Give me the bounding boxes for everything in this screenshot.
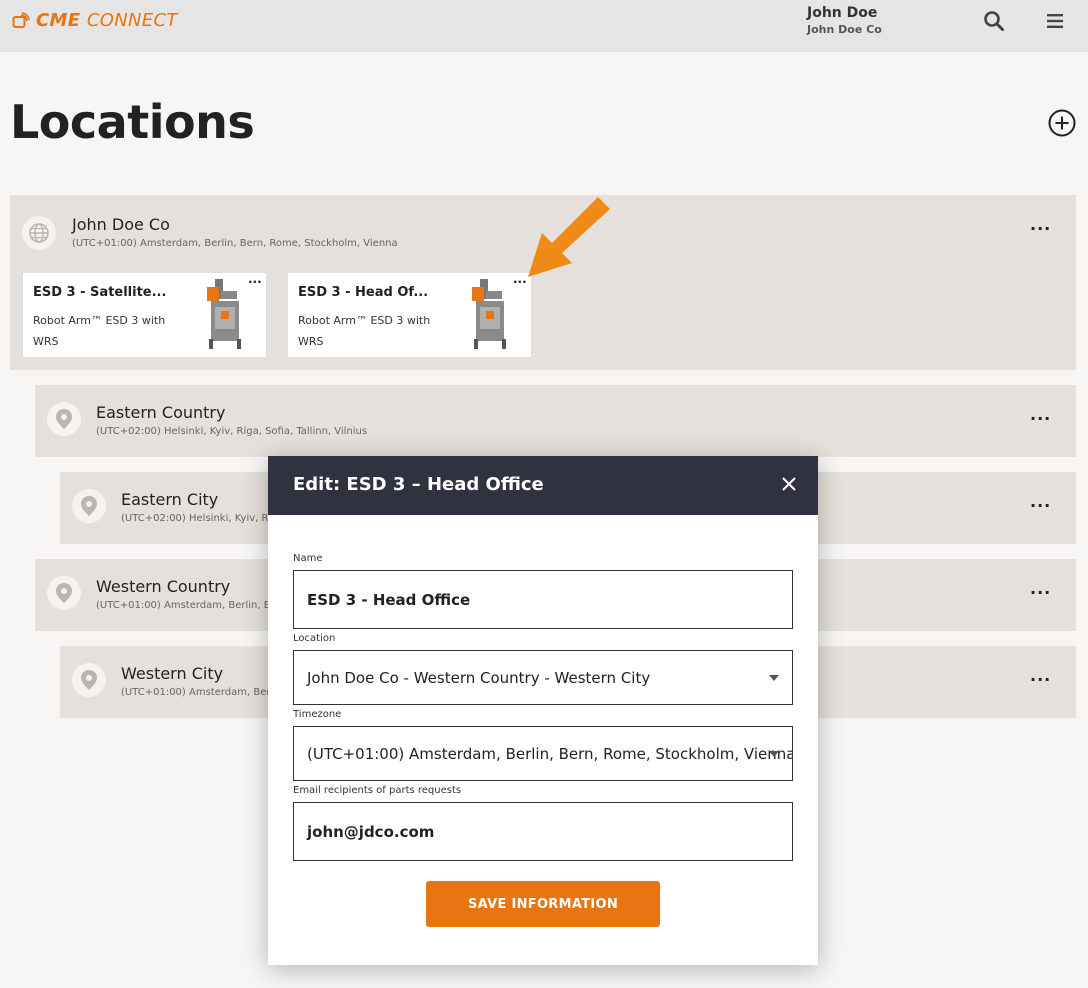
location-timezone: (UTC+01:00) Amsterdam, Berlin, B <box>96 600 271 611</box>
robot-arm-machine-image <box>472 279 506 349</box>
location-more-menu[interactable]: ··· <box>1030 670 1051 689</box>
cme-logo-icon <box>12 11 30 28</box>
email-recipients-label: Email recipients of parts requests <box>293 785 462 796</box>
location-row-eastern-country[interactable]: Eastern Country (UTC+02:00) Helsinki, Ky… <box>35 385 1076 457</box>
location-select[interactable]: John Doe Co - Western Country - Western … <box>293 650 793 705</box>
edit-machine-modal: Edit: ESD 3 – Head Office Name ESD 3 - H… <box>268 456 818 965</box>
location-name: Western City <box>121 664 224 683</box>
brand-name-cme: CME <box>36 10 81 31</box>
arrow-annotation-icon <box>528 197 610 277</box>
location-more-menu[interactable]: ··· <box>1030 583 1051 602</box>
save-information-button[interactable]: SAVE INFORMATION <box>426 881 660 927</box>
timezone-label: Timezone <box>293 709 342 720</box>
location-more-menu[interactable]: ··· <box>1030 496 1051 515</box>
map-pin-icon <box>47 576 81 610</box>
name-field[interactable]: ESD 3 - Head Office <box>293 570 793 629</box>
page-title: Locations <box>10 95 255 149</box>
user-name: John Doe <box>807 5 878 21</box>
machine-card-head-office[interactable]: ESD 3 - Head Of... Robot Arm™ ESD 3 with… <box>287 272 532 358</box>
modal-title: Edit: ESD 3 – Head Office <box>293 474 544 495</box>
location-timezone: (UTC+02:00) Helsinki, Kyiv, Riga, Sofia,… <box>96 426 368 437</box>
timezone-select-value: (UTC+01:00) Amsterdam, Berlin, Bern, Rom… <box>307 744 793 763</box>
brand-name-connect: CONNECT <box>86 10 178 31</box>
robot-arm-machine-image <box>207 279 241 349</box>
globe-icon <box>22 216 56 250</box>
hamburger-menu-icon[interactable] <box>1045 11 1065 31</box>
machine-card-more-menu[interactable]: ··· <box>248 275 262 289</box>
chevron-down-icon <box>769 674 779 681</box>
brand-logo[interactable]: CME CONNECT <box>12 10 178 31</box>
location-label: Location <box>293 633 336 644</box>
chevron-down-icon <box>769 750 779 757</box>
location-timezone: (UTC+01:00) Amsterdam, Ber <box>121 687 271 698</box>
name-label: Name <box>293 553 323 564</box>
machine-card-title: ESD 3 - Satellite... <box>33 285 167 300</box>
location-timezone: (UTC+01:00) Amsterdam, Berlin, Bern, Rom… <box>72 238 398 249</box>
location-name: Eastern City <box>121 490 219 509</box>
location-name: Eastern Country <box>96 403 226 422</box>
map-pin-icon <box>72 489 106 523</box>
modal-header: Edit: ESD 3 – Head Office <box>268 456 818 515</box>
machine-card-description: Robot Arm™ ESD 3 with WRS <box>298 314 431 348</box>
location-more-menu[interactable]: ··· <box>1030 219 1051 238</box>
user-company: John Doe Co <box>807 23 882 36</box>
machine-card-satellite[interactable]: ESD 3 - Satellite... Robot Arm™ ESD 3 wi… <box>22 272 267 358</box>
map-pin-icon <box>72 663 106 697</box>
map-pin-icon <box>47 402 81 436</box>
email-recipients-field[interactable]: john@jdco.com <box>293 802 793 861</box>
search-icon[interactable] <box>983 10 1005 32</box>
top-bar: CME CONNECT John Doe John Doe Co <box>0 0 1088 52</box>
location-more-menu[interactable]: ··· <box>1030 409 1051 428</box>
location-select-value: John Doe Co - Western Country - Western … <box>307 668 651 687</box>
plus-circle-icon[interactable] <box>1047 108 1077 138</box>
user-info[interactable]: John Doe John Doe Co <box>807 5 882 36</box>
location-timezone: (UTC+02:00) Helsinki, Kyiv, R <box>121 513 269 524</box>
location-name: John Doe Co <box>72 215 170 234</box>
machine-card-title: ESD 3 - Head Of... <box>298 285 429 300</box>
location-name: Western Country <box>96 577 231 596</box>
machine-card-description: Robot Arm™ ESD 3 with WRS <box>33 314 166 348</box>
close-icon[interactable] <box>780 475 798 493</box>
timezone-select[interactable]: (UTC+01:00) Amsterdam, Berlin, Bern, Rom… <box>293 726 793 781</box>
